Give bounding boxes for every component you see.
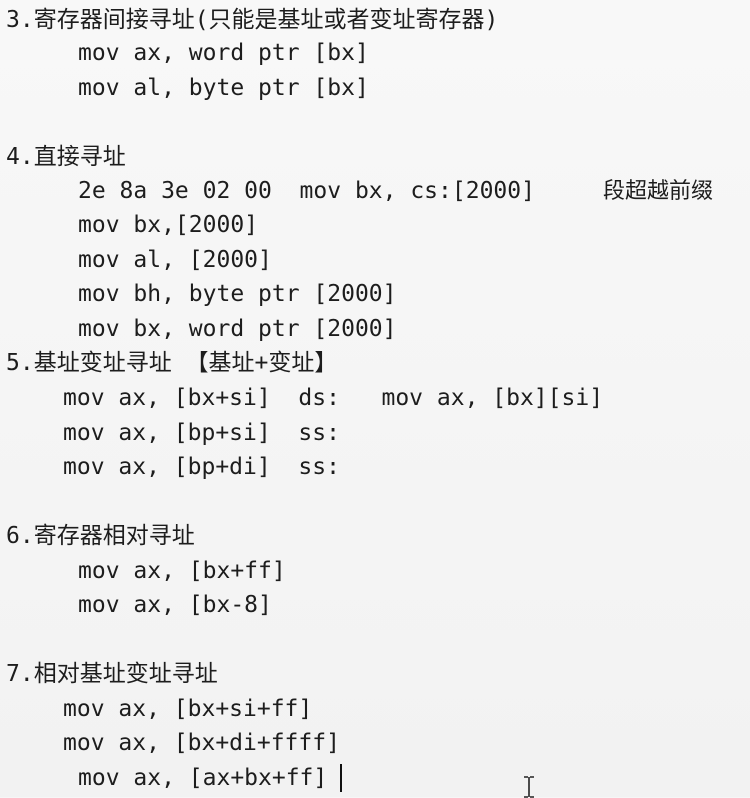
section-5-line-1: mov ax, [bx+si] ds: mov ax, [bx][si] [63, 385, 604, 411]
section-4-line-1: 2e 8a 3e 02 00 mov bx, cs:[2000] [78, 178, 535, 204]
section-5-line-2: mov ax, [bp+si] ss: [63, 420, 340, 446]
section-4-line-3: mov al, [2000] [78, 247, 272, 273]
section-4-line-5: mov bx, word ptr [2000] [78, 316, 397, 342]
section-4-line-4: mov bh, byte ptr [2000] [78, 281, 397, 307]
section-3-heading: 3.寄存器间接寻址(只能是基址或者变址寄存器) [6, 7, 499, 33]
section-3-line-1: mov ax, word ptr [bx] [78, 40, 369, 66]
section-6-line-2: mov ax, [bx-8] [78, 592, 272, 618]
section-7-line-3: mov ax, [ax+bx+ff] [78, 765, 328, 791]
section-4-line-2: mov bx,[2000] [78, 212, 259, 238]
section-5-line-3: mov ax, [bp+di] ss: [63, 454, 340, 480]
section-7-heading: 7.相对基址变址寻址 [6, 661, 218, 687]
section-4-heading: 4.直接寻址 [6, 144, 126, 170]
section-6-line-1: mov ax, [bx+ff] [78, 558, 286, 584]
text-editor-area[interactable]: 3.寄存器间接寻址(只能是基址或者变址寄存器) mov ax, word ptr… [0, 0, 750, 798]
section-5-heading: 5.基址变址寻址 【基址+变址】 [6, 350, 338, 376]
section-6-heading: 6.寄存器相对寻址 [6, 523, 195, 549]
i-beam-cursor-icon [524, 776, 534, 798]
section-3-line-2: mov al, byte ptr [bx] [78, 75, 369, 101]
text-caret-icon [340, 764, 342, 792]
segment-override-prefix-note: 段超越前缀 [603, 179, 714, 204]
section-7-line-2: mov ax, [bx+di+ffff] [63, 730, 340, 756]
section-7-line-1: mov ax, [bx+si+ff] [63, 696, 313, 722]
